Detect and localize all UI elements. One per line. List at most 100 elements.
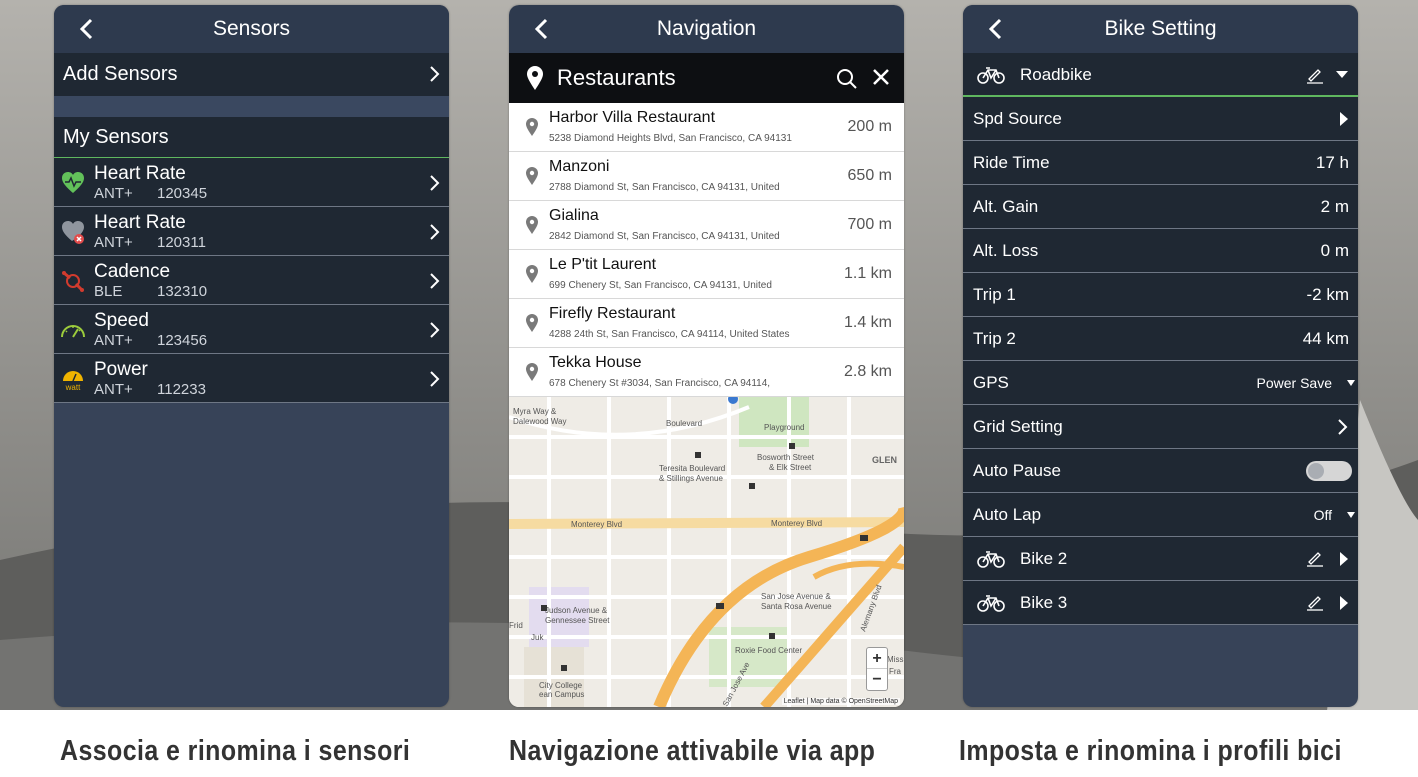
setting-value: 17 h	[1315, 153, 1349, 172]
place-address: 4288 24th St, San Francisco, CA 94114, U…	[549, 329, 790, 340]
my-sensors-header: My Sensors	[54, 117, 449, 158]
zoom-out-button[interactable]: −	[867, 669, 887, 690]
auto-lap-select[interactable]: Off	[1314, 507, 1332, 523]
sensor-id: 120311	[157, 234, 206, 251]
auto-pause-toggle[interactable]	[1306, 461, 1352, 481]
map-label: Missi	[887, 655, 904, 664]
setting-label: Grid Setting	[973, 417, 1063, 436]
location-pin-icon	[526, 363, 538, 381]
caret-down-icon	[1347, 512, 1355, 518]
back-icon[interactable]	[533, 18, 551, 40]
result-row[interactable]: Gialina 2842 Diamond St, San Francisco, …	[509, 201, 904, 250]
sensor-row-power[interactable]: watt Power ANT+ 112233	[54, 354, 449, 403]
result-row[interactable]: Manzoni 2788 Diamond St, San Francisco, …	[509, 152, 904, 201]
map-label: Bosworth Street	[757, 453, 815, 462]
search-bar: Restaurants	[509, 53, 904, 103]
section-label: My Sensors	[63, 125, 169, 148]
caret-right-icon[interactable]	[1340, 552, 1348, 566]
page-title: Bike Setting	[1104, 17, 1217, 40]
sensor-protocol: BLE	[94, 283, 123, 300]
bike-row-bike-3[interactable]: Bike 3	[963, 581, 1358, 625]
zoom-in-button[interactable]: +	[867, 648, 887, 669]
sensors-screen: Sensors Add Sensors My Sensors Heart Rat…	[54, 5, 449, 707]
location-pin-icon	[526, 216, 538, 234]
speedometer-icon	[61, 325, 85, 338]
setting-label: Alt. Gain	[973, 197, 1039, 216]
search-input[interactable]: Restaurants	[557, 65, 676, 91]
search-icon[interactable]	[836, 68, 858, 90]
caret-right-icon	[1340, 112, 1348, 126]
result-row[interactable]: Le P'tit Laurent 699 Chenery St, San Fra…	[509, 250, 904, 299]
chevron-right-icon	[430, 371, 440, 387]
page-title: Sensors	[212, 17, 291, 40]
cadence-icon	[62, 271, 84, 292]
sensor-name: Power	[94, 359, 148, 380]
close-icon[interactable]	[872, 68, 890, 86]
result-row[interactable]: Harbor Villa Restaurant 5238 Diamond Hei…	[509, 103, 904, 152]
bicycle-icon	[977, 67, 1005, 84]
caption-sensors: Associa e rinomina i sensori	[60, 735, 411, 767]
toggle-knob	[1308, 463, 1324, 479]
sensor-row-cadence[interactable]: Cadence BLE 132310	[54, 256, 449, 305]
place-name: Harbor Villa Restaurant	[549, 109, 716, 126]
place-distance: 700 m	[847, 216, 892, 233]
setting-row-alt-loss: Alt. Loss 0 m	[963, 229, 1358, 273]
back-icon[interactable]	[78, 18, 96, 40]
chevron-right-icon	[430, 273, 440, 289]
bike-row-bike-2[interactable]: Bike 2	[963, 537, 1358, 581]
bike-name: Bike 2	[1020, 549, 1068, 568]
sensor-row-heart-rate-2[interactable]: Heart Rate ANT+ 120311	[54, 207, 449, 256]
place-address: 678 Chenery St #3034, San Francisco, CA …	[549, 378, 771, 389]
bike-name: Bike 3	[1020, 593, 1068, 612]
gps-mode-select[interactable]: Power Save	[1257, 375, 1332, 391]
caret-down-icon[interactable]	[1336, 71, 1348, 79]
caret-right-icon[interactable]	[1340, 596, 1348, 610]
map-label: Playground	[764, 423, 804, 432]
transit-stop-icon	[749, 483, 755, 489]
sensor-row-heart-rate-1[interactable]: Heart Rate ANT+ 120345	[54, 158, 449, 207]
location-pin-icon	[526, 167, 538, 185]
transit-stop-icon	[561, 665, 567, 671]
bike-profile-row[interactable]: Roadbike	[963, 53, 1358, 97]
place-name: Tekka House	[549, 354, 642, 371]
add-sensors-row[interactable]: Add Sensors	[54, 53, 449, 96]
zoom-control: + −	[866, 647, 888, 691]
setting-row-grid-setting[interactable]: Grid Setting	[963, 405, 1358, 449]
sensors-topbar: Sensors	[54, 5, 449, 53]
map-label: San Jose Avenue &	[761, 592, 831, 601]
bicycle-icon	[977, 595, 1005, 612]
map-attribution[interactable]: Leaflet | Map data © OpenStreetMap	[781, 698, 900, 705]
result-row[interactable]: Tekka House 678 Chenery St #3034, San Fr…	[509, 348, 904, 397]
setting-row-auto-lap[interactable]: Auto Lap Off	[963, 493, 1358, 537]
navigation-topbar: Navigation	[509, 5, 904, 53]
result-row[interactable]: Firefly Restaurant 4288 24th St, San Fra…	[509, 299, 904, 348]
sensor-row-speed[interactable]: Speed ANT+ 123456	[54, 305, 449, 354]
place-distance: 650 m	[847, 167, 892, 184]
sensor-name: Heart Rate	[94, 163, 186, 184]
map-label: Monterey Blvd	[571, 520, 622, 529]
setting-label: Trip 2	[973, 329, 1016, 348]
edit-pencil-icon[interactable]	[1306, 549, 1324, 567]
transit-stop-icon	[789, 443, 795, 449]
back-icon[interactable]	[987, 18, 1005, 40]
place-distance: 200 m	[847, 118, 892, 135]
setting-row-spd-source[interactable]: Spd Source	[963, 97, 1358, 141]
transit-stop-icon	[695, 452, 701, 458]
spacer	[54, 96, 449, 117]
map-view[interactable]: Myra Way & Dalewood Way Boulevard Playgr…	[509, 397, 904, 707]
add-sensors-label: Add Sensors	[63, 63, 178, 85]
sensor-id: 123456	[157, 332, 208, 349]
bicycle-icon	[977, 551, 1005, 568]
setting-value: 44 km	[1302, 329, 1349, 348]
setting-label: GPS	[973, 373, 1009, 392]
map-label: GLEN	[872, 455, 897, 465]
edit-pencil-icon[interactable]	[1306, 593, 1324, 611]
sensor-name: Cadence	[94, 261, 171, 282]
sensor-id: 132310	[157, 283, 208, 300]
place-distance: 1.1 km	[843, 265, 892, 282]
setting-row-gps[interactable]: GPS Power Save	[963, 361, 1358, 405]
bike-profile-name: Roadbike	[1020, 65, 1092, 84]
edit-pencil-icon[interactable]	[1306, 66, 1324, 84]
sensor-id: 120345	[157, 185, 208, 202]
chevron-right-icon	[430, 224, 440, 240]
